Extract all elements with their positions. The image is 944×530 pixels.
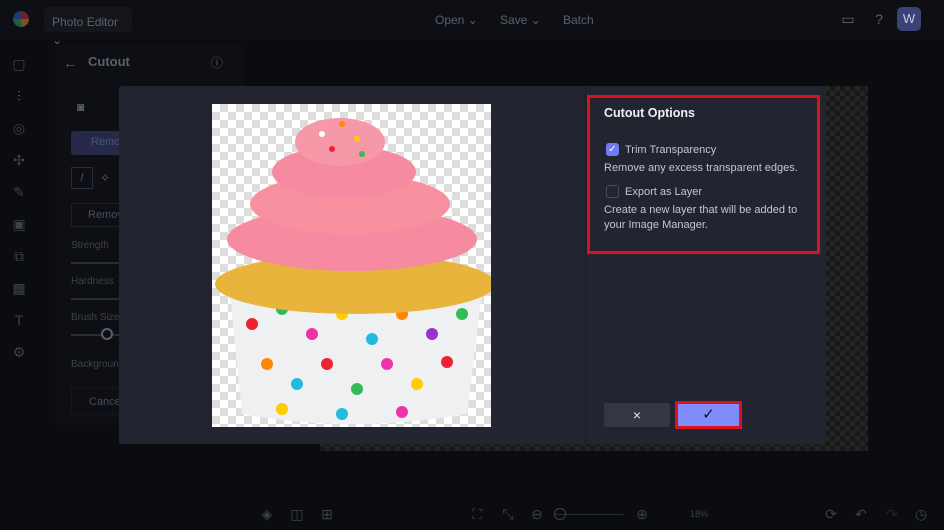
chat-icon[interactable]: ▭: [838, 11, 858, 28]
settings-icon[interactable]: ⚙: [9, 344, 29, 361]
crop-icon[interactable]: ▢: [9, 56, 29, 73]
cutout-options-title: Cutout Options: [604, 106, 695, 120]
layers-icon[interactable]: ◈: [257, 506, 277, 523]
open-menu[interactable]: Open ⌄: [435, 13, 478, 27]
zoom-out-icon[interactable]: ⊖: [527, 506, 547, 523]
redo-icon[interactable]: ↷: [882, 506, 902, 523]
graphics-icon[interactable]: ⧉: [9, 248, 29, 265]
effects-icon[interactable]: ✣: [9, 152, 29, 169]
zoom-level: 18%: [690, 509, 709, 519]
export-as-layer-option[interactable]: Export as Layer: [606, 183, 817, 201]
background-label: Backgroun: [71, 359, 119, 370]
paint-icon[interactable]: ✎: [9, 184, 29, 201]
texture-icon[interactable]: ▩: [9, 280, 29, 297]
save-label: Save: [500, 13, 528, 27]
panel-title: Cutout: [88, 54, 130, 69]
actual-size-icon[interactable]: ⤡: [498, 506, 518, 523]
logo-icon[interactable]: [13, 11, 29, 27]
save-menu[interactable]: Save ⌄: [500, 13, 541, 27]
confirm-cutout-button[interactable]: ✓: [675, 401, 742, 429]
batch-button[interactable]: Batch: [563, 13, 594, 27]
open-label: Open: [435, 13, 465, 27]
avatar[interactable]: W: [897, 7, 921, 31]
strength-label: Strength: [71, 240, 109, 251]
app-menu-label: Photo Editor: [52, 15, 119, 29]
brush-size-handle[interactable]: [101, 328, 113, 340]
hardness-label: Hardness: [71, 276, 114, 287]
eye-icon[interactable]: ◎: [9, 120, 29, 137]
export-as-layer-description: Create a new layer that will be added to…: [604, 204, 798, 231]
trim-transparency-checkbox[interactable]: ✓: [606, 143, 619, 157]
frame-icon[interactable]: ▣: [9, 216, 29, 233]
bottom-bar: ◈ ◫ ⊞ ⛶ ⤡ ⊖ ⊕ 18% ⟳ ↶ ↷ ◷: [245, 500, 944, 530]
zoom-in-icon[interactable]: ⊕: [632, 506, 652, 523]
cutout-options-modal: Cutout Options ✓ Trim Transparency Remove…: [119, 86, 826, 444]
app-menu-button[interactable]: Photo Editor ⌄: [44, 7, 132, 47]
modal-divider: [585, 86, 586, 444]
zoom-slider-handle[interactable]: [554, 508, 566, 520]
top-bar: Photo Editor ⌄ Open ⌄ Save ⌄ Batch ▭ ? W: [0, 0, 944, 47]
refresh-icon[interactable]: ⟳: [821, 506, 841, 523]
history-icon[interactable]: ◷: [911, 506, 931, 523]
back-icon[interactable]: ←: [63, 55, 77, 71]
export-as-layer-checkbox[interactable]: [606, 185, 619, 199]
help-icon[interactable]: ?: [869, 11, 889, 27]
image-manager-icon[interactable]: ◫: [287, 506, 307, 523]
export-as-layer-label: Export as Layer: [625, 185, 703, 198]
adjust-icon[interactable]: ⫶: [9, 88, 29, 105]
trim-transparency-label: Trim Transparency: [625, 143, 717, 156]
cutout-preview-image: [212, 104, 491, 427]
brush-icon[interactable]: /: [71, 167, 93, 189]
left-toolbar: ▢ ⫶ ◎ ✣ ✎ ▣ ⧉ ▩ T ⚙: [0, 40, 40, 530]
cupcake-image: [215, 118, 491, 424]
fit-screen-icon[interactable]: ⛶: [467, 506, 487, 523]
text-icon[interactable]: T: [9, 312, 29, 328]
magic-wand-icon[interactable]: ✧: [100, 171, 110, 185]
trim-transparency-description: Remove any excess transparent edges.: [604, 162, 798, 174]
undo-icon[interactable]: ↶: [851, 506, 871, 523]
cutout-options-section: Cutout Options ✓ Trim Transparency Remove…: [587, 95, 820, 254]
cancel-cutout-button[interactable]: ×: [604, 403, 670, 427]
brush-size-label: Brush Size: [71, 312, 120, 323]
info-icon[interactable]: ⓘ: [211, 54, 223, 71]
camera-icon[interactable]: ◙: [77, 100, 84, 114]
grid-icon[interactable]: ⊞: [317, 506, 337, 523]
trim-transparency-option[interactable]: ✓ Trim Transparency: [606, 141, 817, 159]
